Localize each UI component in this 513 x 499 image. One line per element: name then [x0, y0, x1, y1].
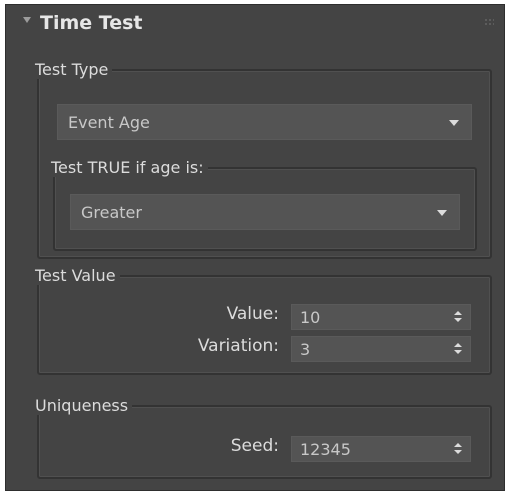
test-type-group: Test Type Event Age Test TRUE if age is:… — [31, 61, 492, 259]
test-value-legend: Test Value — [31, 267, 120, 285]
seed-spinner[interactable]: 12345 — [291, 436, 471, 462]
rollout-title[interactable]: Time Test — [40, 12, 143, 34]
drag-grip-icon[interactable] — [484, 18, 494, 26]
seed-field[interactable]: 12345 — [300, 440, 351, 459]
time-test-rollout: Time Test Test Type Event Age Test TRUE … — [5, 4, 505, 491]
age-condition-dropdown[interactable]: Greater — [70, 194, 460, 230]
variation-field[interactable]: 3 — [300, 340, 310, 359]
spinner-arrows-icon[interactable] — [454, 311, 462, 323]
value-field[interactable]: 10 — [300, 308, 320, 327]
spinner-arrows-icon[interactable] — [454, 443, 462, 455]
spinner-arrows-icon[interactable] — [454, 343, 462, 355]
uniqueness-legend: Uniqueness — [31, 397, 133, 415]
rollout-header[interactable]: Time Test — [6, 5, 504, 49]
dropdown-arrow-icon[interactable] — [449, 120, 459, 126]
test-value-group: Test Value Value: 10 Variation: 3 — [31, 267, 492, 375]
uniqueness-group: Uniqueness Seed: 12345 — [31, 397, 492, 479]
variation-label: Variation: — [197, 336, 279, 356]
dropdown-arrow-icon[interactable] — [437, 210, 447, 216]
age-condition-legend: Test TRUE if age is: — [47, 159, 208, 177]
variation-spinner[interactable]: 3 — [291, 336, 471, 362]
test-type-value: Event Age — [68, 113, 150, 132]
age-condition-group: Test TRUE if age is: Greater — [47, 159, 477, 251]
seed-label: Seed: — [230, 436, 279, 456]
test-type-dropdown[interactable]: Event Age — [57, 104, 472, 140]
chevron-down-icon[interactable] — [23, 17, 31, 23]
value-spinner[interactable]: 10 — [291, 304, 471, 330]
value-label: Value: — [226, 304, 279, 324]
test-type-legend: Test Type — [31, 61, 113, 79]
age-condition-value: Greater — [81, 203, 142, 222]
